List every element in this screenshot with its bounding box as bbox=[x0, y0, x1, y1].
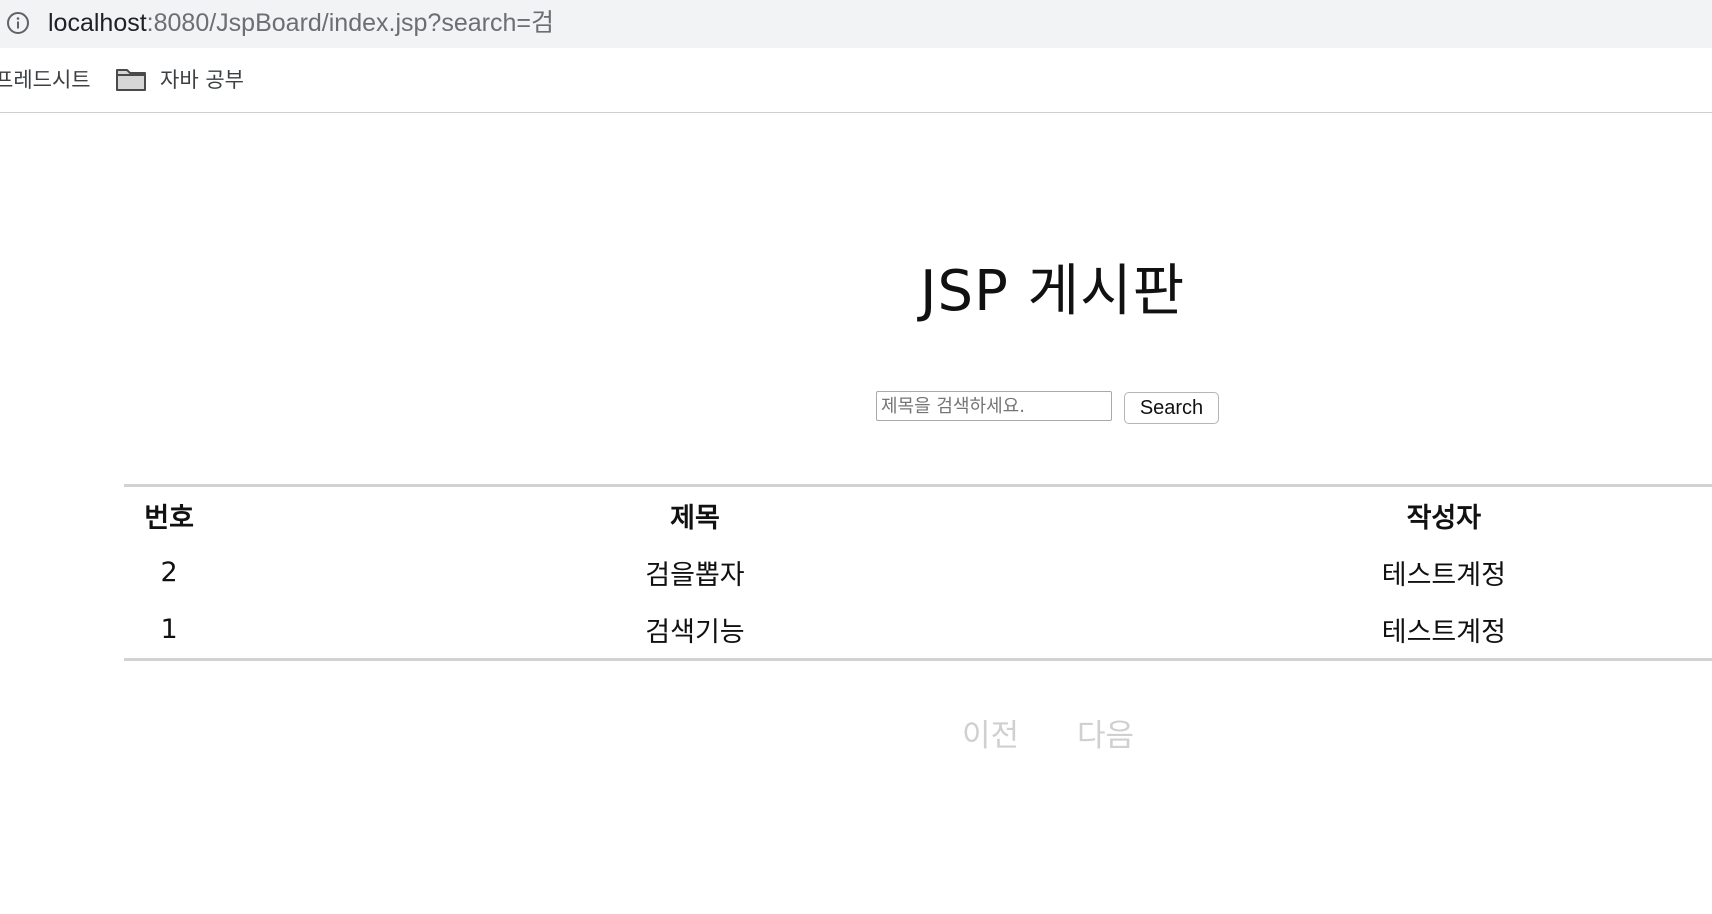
search-input[interactable] bbox=[876, 391, 1112, 421]
page-title: JSP 게시판 bbox=[920, 259, 1186, 324]
next-page-link[interactable]: 다음 bbox=[1077, 716, 1134, 756]
url-path: :8080/JspBoard/index.jsp?search=검 bbox=[146, 9, 554, 37]
header-title: 제목 bbox=[670, 503, 720, 534]
cell-title[interactable]: 검을뽑자 bbox=[214, 544, 1176, 601]
cell-num: 2 bbox=[160, 557, 178, 588]
board-table: 번호 제목 작성자 2 검을뽑자 테스트계정 1 검색기능 테스트계정 bbox=[124, 484, 1712, 661]
cell-author: 테스트계정 bbox=[1381, 560, 1506, 591]
bookmark-item[interactable]: 프레드시트 bbox=[0, 67, 91, 93]
table-header-row: 번호 제목 작성자 bbox=[124, 486, 1712, 545]
prev-page-link[interactable]: 이전 bbox=[962, 716, 1019, 756]
table-row[interactable]: 1 검색기능 테스트계정 bbox=[124, 601, 1712, 660]
cell-title[interactable]: 검색기능 bbox=[214, 601, 1176, 660]
folder-icon[interactable] bbox=[115, 66, 147, 92]
search-button[interactable]: Search bbox=[1124, 392, 1219, 424]
header-num: 번호 bbox=[144, 503, 194, 534]
bookmarks-bar: 프레드시트 자바 공부 bbox=[0, 48, 1712, 113]
header-author: 작성자 bbox=[1406, 503, 1482, 534]
table-row[interactable]: 2 검을뽑자 테스트계정 bbox=[124, 544, 1712, 601]
url-host: localhost bbox=[48, 9, 147, 37]
address-bar[interactable]: localhost:8080/JspBoard/index.jsp?search… bbox=[0, 0, 1712, 48]
bookmark-item-folder[interactable]: 자바 공부 bbox=[160, 67, 244, 93]
url-text[interactable]: localhost:8080/JspBoard/index.jsp?search… bbox=[48, 8, 554, 38]
cell-author: 테스트계정 bbox=[1381, 617, 1506, 648]
cell-num: 1 bbox=[160, 614, 178, 645]
info-icon[interactable] bbox=[6, 11, 30, 35]
